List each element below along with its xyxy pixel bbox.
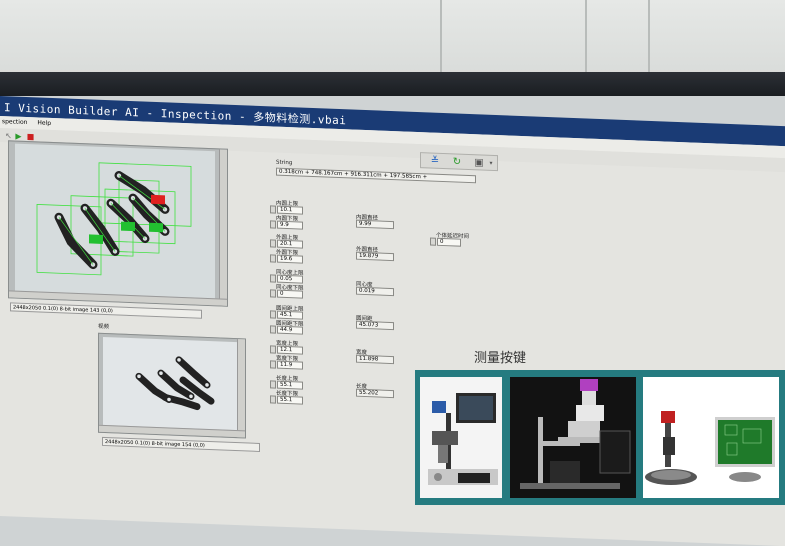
chevron-down-icon[interactable]: ▾: [485, 158, 497, 169]
string-indicator: 0.318cm + 748.167cm + 916.311cm + 197.58…: [276, 167, 476, 184]
product-photo: [420, 377, 502, 498]
refresh-icon[interactable]: ↻: [451, 156, 463, 167]
step-icon[interactable]: ≚: [429, 155, 441, 167]
image-status-bar: 2448x2050 0.1(0) 8-bit image 154 (0,0): [102, 436, 260, 452]
secondary-image: [103, 336, 237, 433]
outer-diameter-indicator: 19.879: [356, 251, 394, 262]
parts-image: [36, 162, 192, 276]
inspection-image: [15, 143, 215, 300]
string-label: String: [276, 159, 293, 167]
product-photo: [643, 377, 779, 498]
pointer-icon[interactable]: ↖: [4, 131, 13, 140]
secondary-image-display[interactable]: [98, 332, 246, 439]
product-photo-strip: [415, 370, 785, 505]
pass-marker: [149, 222, 163, 233]
video-microscope-with-pcb-image: [645, 411, 775, 485]
concentricity-indicator: 0.019: [356, 286, 394, 297]
parts-image: [135, 356, 215, 411]
wall-panel-seam: [440, 0, 442, 72]
spinner-arrows[interactable]: [270, 289, 276, 298]
width-lower-limit[interactable]: 11.9: [277, 360, 303, 370]
spinner-arrows[interactable]: [270, 310, 276, 319]
spinner-arrows[interactable]: [270, 205, 276, 214]
wall-panel-seam: [585, 0, 587, 72]
vertical-scrollbar[interactable]: [219, 149, 227, 306]
spinner-arrows[interactable]: [430, 237, 436, 246]
measure-button[interactable]: 测量按键: [474, 347, 526, 366]
spinner-arrows[interactable]: [270, 239, 276, 248]
fail-marker: [151, 194, 165, 205]
spacing-indicator: 45.073: [356, 320, 394, 331]
view2-title: 视频: [98, 323, 110, 331]
monitor-bezel: [0, 72, 785, 96]
camera-icon[interactable]: ▣: [473, 157, 485, 168]
menu-item-help[interactable]: Help: [37, 119, 51, 127]
outer-circle-lower-limit[interactable]: 19.6: [277, 254, 303, 264]
microscope-with-monitor-image: [428, 393, 498, 485]
spinner-arrows[interactable]: [270, 360, 276, 369]
pass-marker: [89, 234, 103, 244]
delay-time-control[interactable]: 0: [437, 237, 461, 247]
concentricity-lower-limit[interactable]: 0: [277, 289, 303, 299]
inspection-image-display[interactable]: [8, 140, 228, 307]
spinner-arrows[interactable]: [270, 345, 276, 354]
width-indicator: 11.898: [356, 354, 394, 365]
room-wall: [0, 0, 785, 80]
spinner-arrows[interactable]: [270, 380, 276, 389]
tool-button-group: ≚ ↻ ▣ ▾: [420, 152, 498, 172]
spinner-arrows[interactable]: [270, 220, 276, 229]
inner-diameter-indicator: 9.99: [356, 219, 394, 230]
stop-icon[interactable]: ■: [26, 132, 35, 141]
wall-panel-seam: [648, 0, 650, 72]
inner-circle-lower-limit[interactable]: 9.9: [277, 220, 303, 230]
length-indicator: 55.202: [356, 388, 394, 399]
menu-item-inspection[interactable]: spection: [2, 118, 27, 126]
length-lower-limit[interactable]: 55.1: [277, 395, 303, 405]
pass-marker: [121, 221, 135, 232]
vertical-scrollbar[interactable]: [237, 339, 245, 438]
spacing-lower-limit[interactable]: 44.9: [277, 325, 303, 335]
spinner-arrows[interactable]: [270, 254, 276, 263]
spinner-arrows[interactable]: [270, 274, 276, 283]
run-icon[interactable]: ▶: [14, 132, 23, 141]
stereo-microscope-image: [520, 379, 631, 489]
spinner-arrows[interactable]: [270, 395, 276, 404]
spinner-arrows[interactable]: [270, 325, 276, 334]
product-photo: [510, 377, 636, 498]
image-status-bar: 2448x2050 0.1(0) 8-bit image 143 (0,0): [10, 302, 202, 319]
